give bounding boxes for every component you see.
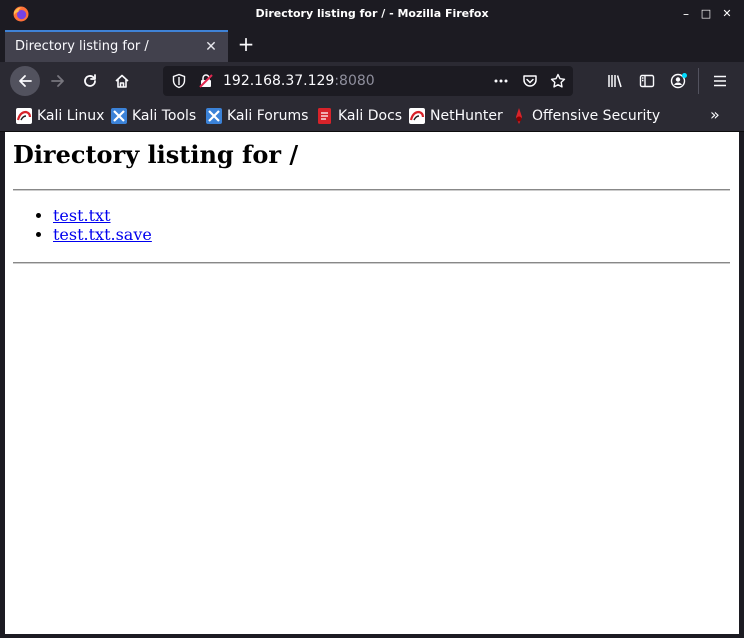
bookmarks-toolbar: Kali Linux Kali Tools Kali Forums Kali D… [0,100,744,132]
sidebar-icon [639,74,655,88]
file-link-test-txt-save[interactable]: test.txt.save [53,225,152,244]
account-icon [670,73,687,89]
bookmark-star-icon[interactable] [550,73,566,89]
bookmark-label: Offensive Security [532,108,661,124]
kali-tools-icon [111,108,127,124]
bookmarks-overflow-button[interactable]: » [710,105,720,124]
home-icon [115,74,129,88]
kali-docs-icon [318,108,331,124]
library-icon [608,75,622,88]
bookmark-label: Kali Linux [37,108,105,124]
close-window-button[interactable]: ✕ [720,7,734,21]
bookmark-nethunter[interactable]: NetHunter [409,100,503,132]
new-tab-button[interactable]: + [235,31,257,57]
url-host: 192.168.37.129 [223,73,335,89]
url-bar[interactable]: 192.168.37.129:8080 [163,66,573,96]
tab-title: Directory listing for / [15,39,149,54]
menu-button[interactable] [705,66,735,96]
pocket-icon[interactable] [522,73,538,89]
url-text[interactable]: 192.168.37.129:8080 [223,66,375,96]
horizontal-rule [13,262,730,264]
bookmark-label: Kali Docs [338,108,403,124]
tab-directory-listing[interactable]: Directory listing for / ✕ [5,30,228,62]
sidebar-button[interactable] [632,66,662,96]
kali-dragon-icon [409,108,425,124]
file-link-test-txt[interactable]: test.txt [53,206,111,225]
title-bar: Directory listing for / - Mozilla Firefo… [0,0,744,28]
bookmark-kali-docs[interactable]: Kali Docs [317,100,402,132]
arrow-right-icon [51,75,64,87]
reload-button[interactable] [75,66,105,96]
file-list: test.txt test.txt.save [13,206,152,244]
bookmark-label: Kali Forums [227,108,309,124]
account-button[interactable] [664,66,694,96]
library-button[interactable] [600,66,630,96]
close-tab-icon[interactable]: ✕ [202,38,220,56]
kali-dragon-icon [16,108,32,124]
list-item: test.txt.save [53,225,152,244]
arrow-left-icon [19,75,32,87]
tracking-protection-shield-icon[interactable] [171,73,187,89]
bookmark-label: Kali Tools [132,108,197,124]
list-item: test.txt [53,206,152,225]
bookmark-kali-forums[interactable]: Kali Forums [206,100,308,132]
hamburger-menu-icon [714,75,726,87]
window-title: Directory listing for / - Mozilla Firefo… [255,7,489,20]
kali-forums-icon [206,108,222,124]
insecure-connection-lock-icon[interactable] [198,73,214,89]
page-heading: Directory listing for / [13,140,299,169]
bookmark-kali-linux[interactable]: Kali Linux [16,100,104,132]
back-button[interactable] [10,66,40,96]
browser-window: Directory listing for / - Mozilla Firefo… [0,0,744,638]
home-button[interactable] [107,66,137,96]
horizontal-rule [13,189,730,191]
minimize-button[interactable]: – [679,7,693,21]
bookmark-kali-tools[interactable]: Kali Tools [111,100,196,132]
bookmark-label: NetHunter [430,108,503,124]
page-content: Directory listing for / test.txt test.tx… [5,132,739,634]
maximize-button[interactable]: □ [699,7,713,21]
forward-button[interactable] [43,66,73,96]
bookmark-offensive-security[interactable]: Offensive Security [511,100,660,132]
navigation-bar: 192.168.37.129:8080 [0,62,744,100]
toolbar-separator [698,68,699,94]
url-port: :8080 [334,73,375,89]
page-actions-more-icon[interactable] [493,73,509,89]
tab-strip: Directory listing for / ✕ + [0,28,744,62]
reload-icon [84,74,96,87]
offsec-icon [516,108,522,124]
